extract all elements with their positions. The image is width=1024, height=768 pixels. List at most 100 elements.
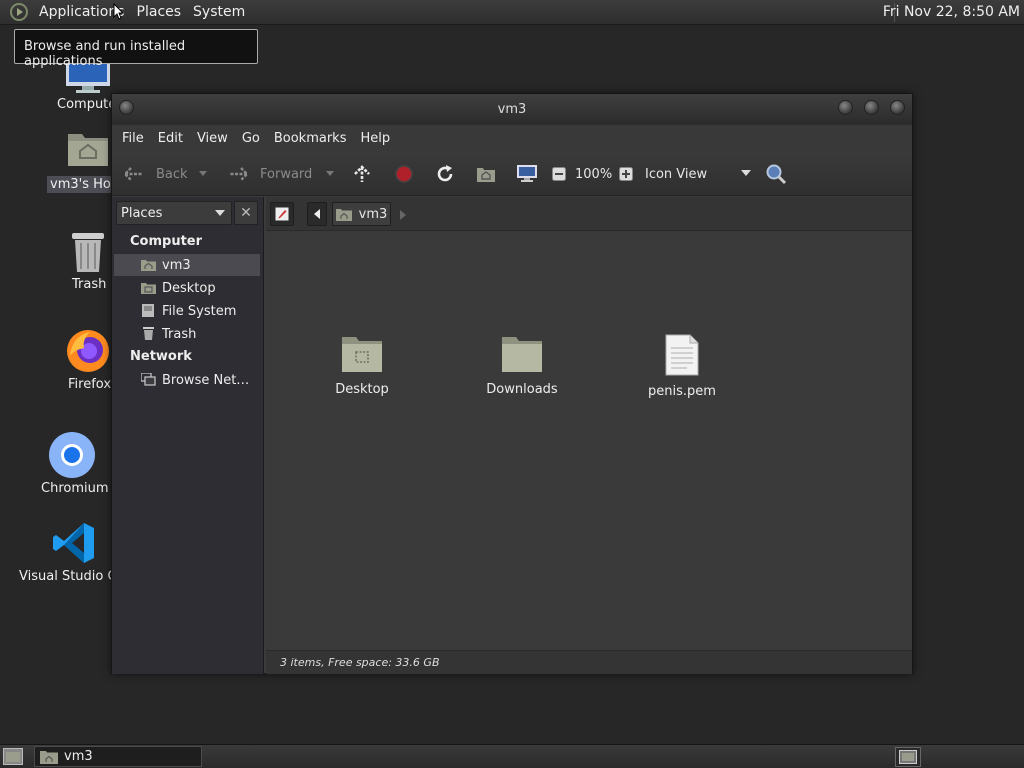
show-desktop-icon bbox=[3, 748, 23, 765]
file-item-desktop[interactable]: Desktop bbox=[307, 337, 417, 397]
file-item-label: Desktop bbox=[335, 382, 389, 397]
zoom-out-button[interactable] bbox=[552, 152, 566, 196]
clock[interactable]: Fri Nov 22, 8:50 AM bbox=[883, 4, 1020, 20]
text-file-icon bbox=[665, 334, 699, 376]
window-titlebar[interactable]: vm3 bbox=[112, 94, 912, 125]
home-folder-icon bbox=[477, 168, 495, 182]
workspace-switcher[interactable] bbox=[895, 747, 921, 767]
desktop-folder-icon bbox=[141, 283, 156, 294]
taskbar-window-button[interactable]: vm3 bbox=[34, 746, 202, 767]
home-folder-icon bbox=[335, 209, 352, 221]
maximize-button[interactable] bbox=[864, 100, 879, 115]
view-mode-label: Icon View bbox=[645, 166, 708, 182]
search-button[interactable] bbox=[765, 152, 787, 196]
chevron-left-icon bbox=[314, 209, 320, 219]
chevron-down-icon bbox=[215, 210, 225, 216]
file-view[interactable]: vm3 Desktop Downloads penis.pem 3 items,… bbox=[266, 197, 912, 674]
sidebar-item-trash[interactable]: Trash bbox=[114, 323, 260, 345]
minimize-button[interactable] bbox=[838, 100, 853, 115]
menu-bookmarks[interactable]: Bookmarks bbox=[270, 131, 357, 146]
back-arrow-icon bbox=[123, 167, 143, 181]
close-button[interactable] bbox=[890, 100, 905, 115]
path-forward-arrow[interactable] bbox=[400, 209, 406, 224]
menu-help[interactable]: Help bbox=[356, 131, 400, 146]
home-folder-icon bbox=[40, 751, 58, 764]
menu-edit[interactable]: Edit bbox=[154, 131, 193, 146]
sidebar-item-filesystem[interactable]: File System bbox=[114, 300, 260, 322]
drive-icon bbox=[142, 304, 154, 317]
chevron-down-icon bbox=[326, 171, 334, 176]
pathbar: vm3 bbox=[266, 197, 912, 231]
sidebar-item-label: Browse Net… bbox=[162, 372, 250, 388]
file-item-label: Downloads bbox=[486, 382, 558, 397]
forward-history-dropdown[interactable] bbox=[326, 152, 334, 196]
chromium-icon bbox=[49, 432, 95, 478]
stop-icon bbox=[395, 165, 413, 183]
stop-button[interactable] bbox=[394, 152, 414, 196]
home-button[interactable] bbox=[476, 152, 496, 196]
bottom-panel: vm3 bbox=[0, 744, 1024, 768]
sidebar-type-select[interactable]: Places bbox=[116, 201, 232, 225]
chevron-down-icon bbox=[199, 171, 207, 176]
applications-tooltip: Browse and run installed applications bbox=[14, 29, 258, 69]
zoom-in-button[interactable] bbox=[619, 152, 633, 196]
back-history-dropdown[interactable] bbox=[199, 152, 207, 196]
menubar: File Edit View Go Bookmarks Help bbox=[112, 125, 912, 152]
file-item-downloads[interactable]: Downloads bbox=[467, 337, 577, 397]
forward-arrow-icon bbox=[229, 167, 249, 181]
view-mode-select[interactable]: Icon View bbox=[645, 152, 751, 196]
zoom-level[interactable]: 100% bbox=[575, 152, 612, 196]
sidebar-item-label: vm3 bbox=[162, 257, 191, 273]
reload-icon bbox=[437, 165, 453, 182]
vscode-icon bbox=[53, 523, 94, 563]
sidebar-section-computer: Computer bbox=[130, 234, 203, 249]
sidebar-section-network: Network bbox=[130, 349, 192, 364]
file-manager-window: vm3 File Edit View Go Bookmarks Help Bac… bbox=[111, 93, 913, 674]
sidebar: Places ✕ Computer vm3 Desktop File Syste… bbox=[112, 197, 264, 674]
sidebar-item-browse-network[interactable]: Browse Net… bbox=[114, 369, 260, 391]
up-button[interactable] bbox=[352, 152, 372, 196]
places-menu[interactable]: Places bbox=[131, 4, 188, 20]
home-folder-icon bbox=[68, 134, 108, 166]
back-label: Back bbox=[156, 166, 188, 182]
zoom-out-icon bbox=[552, 167, 566, 181]
trash-icon bbox=[143, 327, 154, 340]
sidebar-item-label: Desktop bbox=[162, 280, 216, 296]
menu-go[interactable]: Go bbox=[238, 131, 270, 146]
path-segment-label: vm3 bbox=[358, 206, 388, 222]
desktop-icon-label: Chromium bbox=[41, 481, 109, 496]
desktop-icon-label: Trash bbox=[72, 277, 107, 292]
forward-button[interactable]: Forward bbox=[226, 152, 312, 196]
sidebar-item-vm3[interactable]: vm3 bbox=[114, 254, 260, 276]
desktop-icon-label: Compute bbox=[57, 97, 117, 112]
home-folder-icon bbox=[141, 260, 156, 271]
show-desktop-button[interactable] bbox=[3, 748, 23, 768]
reload-button[interactable] bbox=[435, 152, 455, 196]
file-item-label: penis.pem bbox=[648, 384, 716, 399]
system-menu[interactable]: System bbox=[187, 4, 251, 20]
sidebar-item-desktop[interactable]: Desktop bbox=[114, 277, 260, 299]
sidebar-item-label: File System bbox=[162, 303, 237, 319]
firefox-icon bbox=[67, 330, 109, 372]
mouse-pointer-icon bbox=[113, 3, 125, 20]
menu-view[interactable]: View bbox=[193, 131, 238, 146]
file-item-penis-pem[interactable]: penis.pem bbox=[627, 334, 737, 399]
search-icon bbox=[766, 164, 787, 185]
back-button[interactable]: Back bbox=[122, 152, 188, 196]
computer-button[interactable] bbox=[516, 152, 538, 196]
path-back-arrow[interactable] bbox=[307, 202, 327, 226]
chevron-down-icon bbox=[741, 170, 751, 176]
status-bar: 3 items, Free space: 33.6 GB bbox=[266, 650, 912, 674]
trash-icon bbox=[72, 233, 104, 272]
taskbar-window-label: vm3 bbox=[64, 749, 93, 764]
menu-file[interactable]: File bbox=[118, 131, 154, 146]
close-sidebar-button[interactable]: ✕ bbox=[234, 201, 258, 225]
path-segment-vm3[interactable]: vm3 bbox=[332, 202, 391, 226]
folder-icon bbox=[502, 337, 542, 372]
zoom-in-icon bbox=[619, 167, 633, 181]
desktop-folder-icon bbox=[342, 337, 382, 372]
forward-label: Forward bbox=[260, 166, 313, 182]
edit-location-button[interactable] bbox=[270, 202, 294, 226]
toolbar: Back Forward 100% Icon View bbox=[112, 152, 912, 196]
applications-logo-icon[interactable] bbox=[10, 3, 28, 21]
